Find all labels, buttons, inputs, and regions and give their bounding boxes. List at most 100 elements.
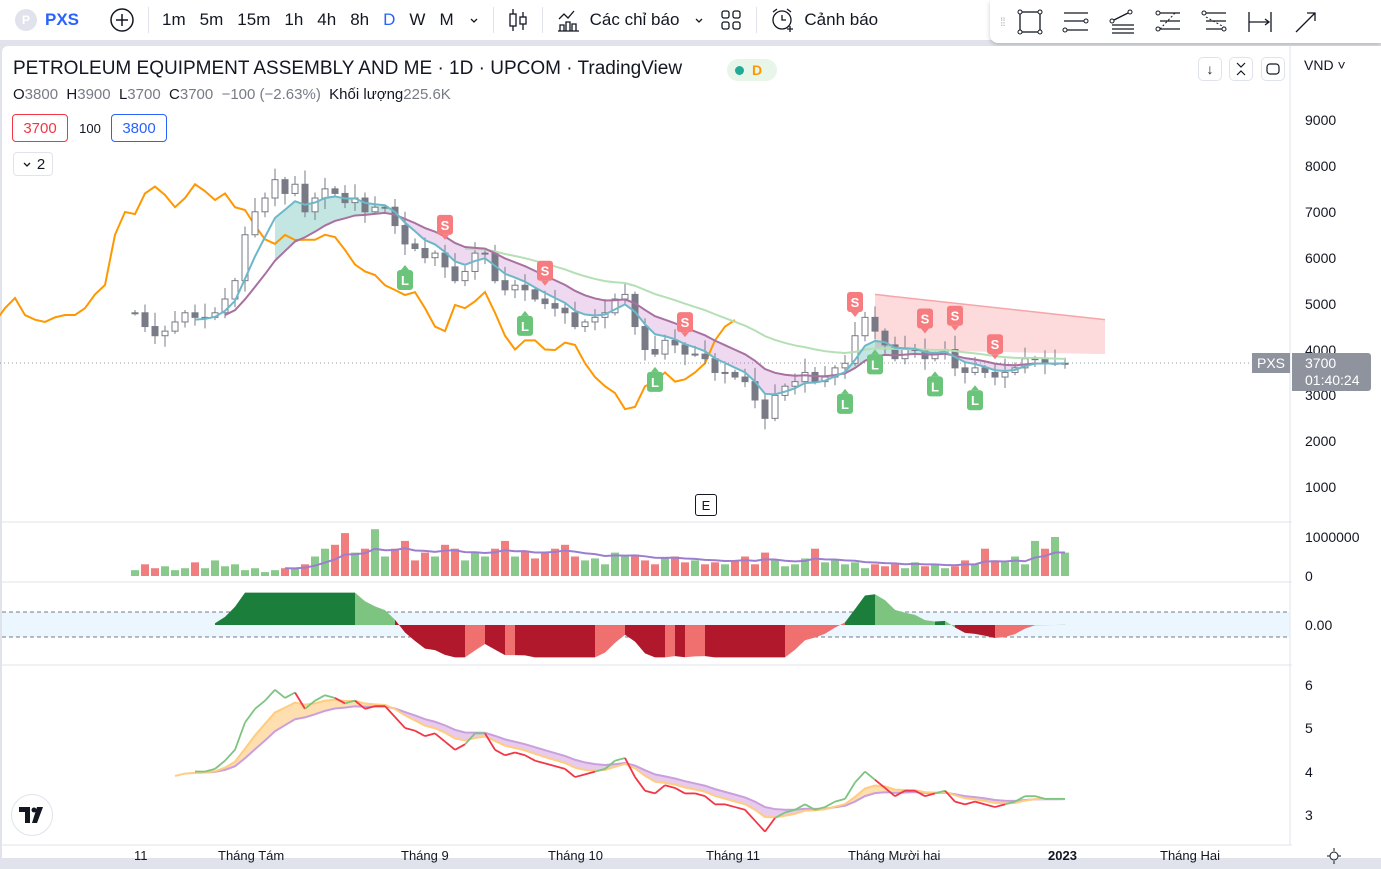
change-value: −100 (−2.63%) [222, 86, 321, 103]
buy-signal-pointer [931, 371, 939, 376]
bottom-main-line-segment [865, 772, 875, 780]
bottom-main-line-segment [845, 783, 855, 799]
volume-label: Khối lượng [329, 86, 403, 103]
candle-body [802, 372, 808, 381]
oscillator-area-segment [655, 625, 665, 657]
volume-bar [541, 553, 549, 576]
volume-bar [961, 560, 969, 576]
sell-signal-pointer [851, 312, 859, 317]
price-axis-tick: 8000 [1305, 158, 1336, 174]
buy-button[interactable]: 3800 [111, 114, 167, 142]
oscillator-area-segment [695, 625, 705, 656]
price-axis-tick: 5000 [1305, 296, 1336, 312]
maximize-pane-button[interactable] [1261, 57, 1285, 81]
candle-body [272, 180, 278, 198]
buy-signal-pointer [971, 385, 979, 390]
bottom-main-line-segment [555, 766, 565, 769]
bottom-main-line-segment [265, 690, 275, 701]
volume-bar [1001, 562, 1009, 576]
price-axis-tick: 2000 [1305, 433, 1336, 449]
indicators-collapse-button[interactable]: 2 [13, 152, 53, 176]
sell-signal-label: S [991, 337, 1000, 352]
volume-value: 225.6K [403, 86, 451, 103]
oscillator-area-segment [775, 625, 785, 657]
volume-bar [441, 545, 449, 576]
move-down-button[interactable]: ↓ [1198, 57, 1222, 81]
candle-body [482, 253, 488, 254]
oscillator-area-segment [245, 593, 255, 625]
osc-axis-tick: 0.00 [1305, 617, 1332, 633]
candle-body [772, 395, 778, 418]
oscillator-area-segment [755, 625, 765, 657]
oscillator-area-segment [685, 625, 695, 657]
oscillator-area-segment [225, 607, 235, 625]
time-axis-label: Tháng Mười hai [848, 848, 940, 863]
bottom-main-line-segment [315, 695, 325, 700]
candle-body [692, 354, 698, 355]
volume-bar [821, 562, 829, 576]
candle-body [662, 340, 668, 354]
volume-bar [501, 541, 509, 576]
oscillator-area-segment [515, 625, 525, 655]
volume-bar [471, 553, 479, 576]
collapse-pane-button[interactable] [1229, 57, 1253, 81]
oscillator-area-segment [435, 625, 445, 655]
indicator-count: 2 [37, 156, 45, 173]
market-status-badge[interactable]: D [727, 59, 777, 81]
earnings-marker[interactable]: E [695, 494, 717, 516]
volume-bar [301, 564, 309, 576]
candle-body [972, 368, 978, 373]
tradingview-logo[interactable]: TV [11, 794, 53, 836]
volume-bar [601, 564, 609, 576]
arrow-tool-icon[interactable] [1291, 7, 1321, 37]
currency-label: VND [1304, 57, 1334, 73]
buy-signal-label: L [521, 319, 529, 334]
chart-canvas[interactable]: SSSSSSSLLLLLLL [0, 0, 1292, 858]
candle-body [532, 290, 538, 299]
volume-bar [151, 568, 159, 576]
bottom-main-line-segment [835, 799, 845, 802]
bottom-main-line-segment [255, 701, 265, 709]
volume-bar [971, 564, 979, 576]
bottom-main-line-segment [725, 804, 735, 807]
collapse-icon [1234, 61, 1248, 77]
volume-bar [521, 551, 529, 576]
volume-bar [571, 557, 579, 577]
volume-bar [191, 562, 199, 576]
oscillator-area-segment [335, 593, 345, 625]
volume-bar [591, 558, 599, 576]
oscillator-area-segment [305, 593, 315, 625]
volume-bar [181, 568, 189, 576]
oscillator-area-segment [625, 625, 635, 642]
volume-bar [161, 566, 169, 576]
candle-body [712, 359, 718, 373]
candle-body [252, 212, 258, 235]
bottom-main-line-segment [225, 750, 235, 761]
oscillator-area-segment [705, 625, 715, 657]
time-axis-label: Tháng Hai [1160, 848, 1220, 863]
candle-body [162, 331, 168, 336]
bottom-main-line-segment [765, 818, 775, 832]
candle-body [582, 322, 588, 327]
volume-bar [581, 560, 589, 576]
bottom-main-line-segment [435, 733, 445, 741]
candle-body [762, 400, 768, 418]
volume-bar [691, 560, 699, 576]
volume-bar [481, 557, 489, 577]
bottom-main-line-segment [735, 807, 745, 810]
oscillator-area-segment [555, 625, 565, 657]
sell-button[interactable]: 3700 [12, 114, 68, 142]
buy-signal-label: L [871, 357, 879, 372]
volume-bar [721, 564, 729, 576]
volume-bar [291, 569, 299, 576]
currency-selector[interactable]: VND ˅ [1304, 57, 1346, 73]
candle-body [792, 382, 798, 387]
volume-bar [1061, 553, 1069, 576]
oscillator-area-segment [665, 625, 675, 657]
bottom-main-line-segment [505, 753, 515, 756]
volume-bar [651, 564, 659, 576]
oscillator-area-segment [255, 593, 265, 625]
oscillator-area-segment [415, 625, 425, 649]
oscillator-area-segment [585, 625, 595, 657]
bottom-main-line-segment [995, 804, 1005, 807]
